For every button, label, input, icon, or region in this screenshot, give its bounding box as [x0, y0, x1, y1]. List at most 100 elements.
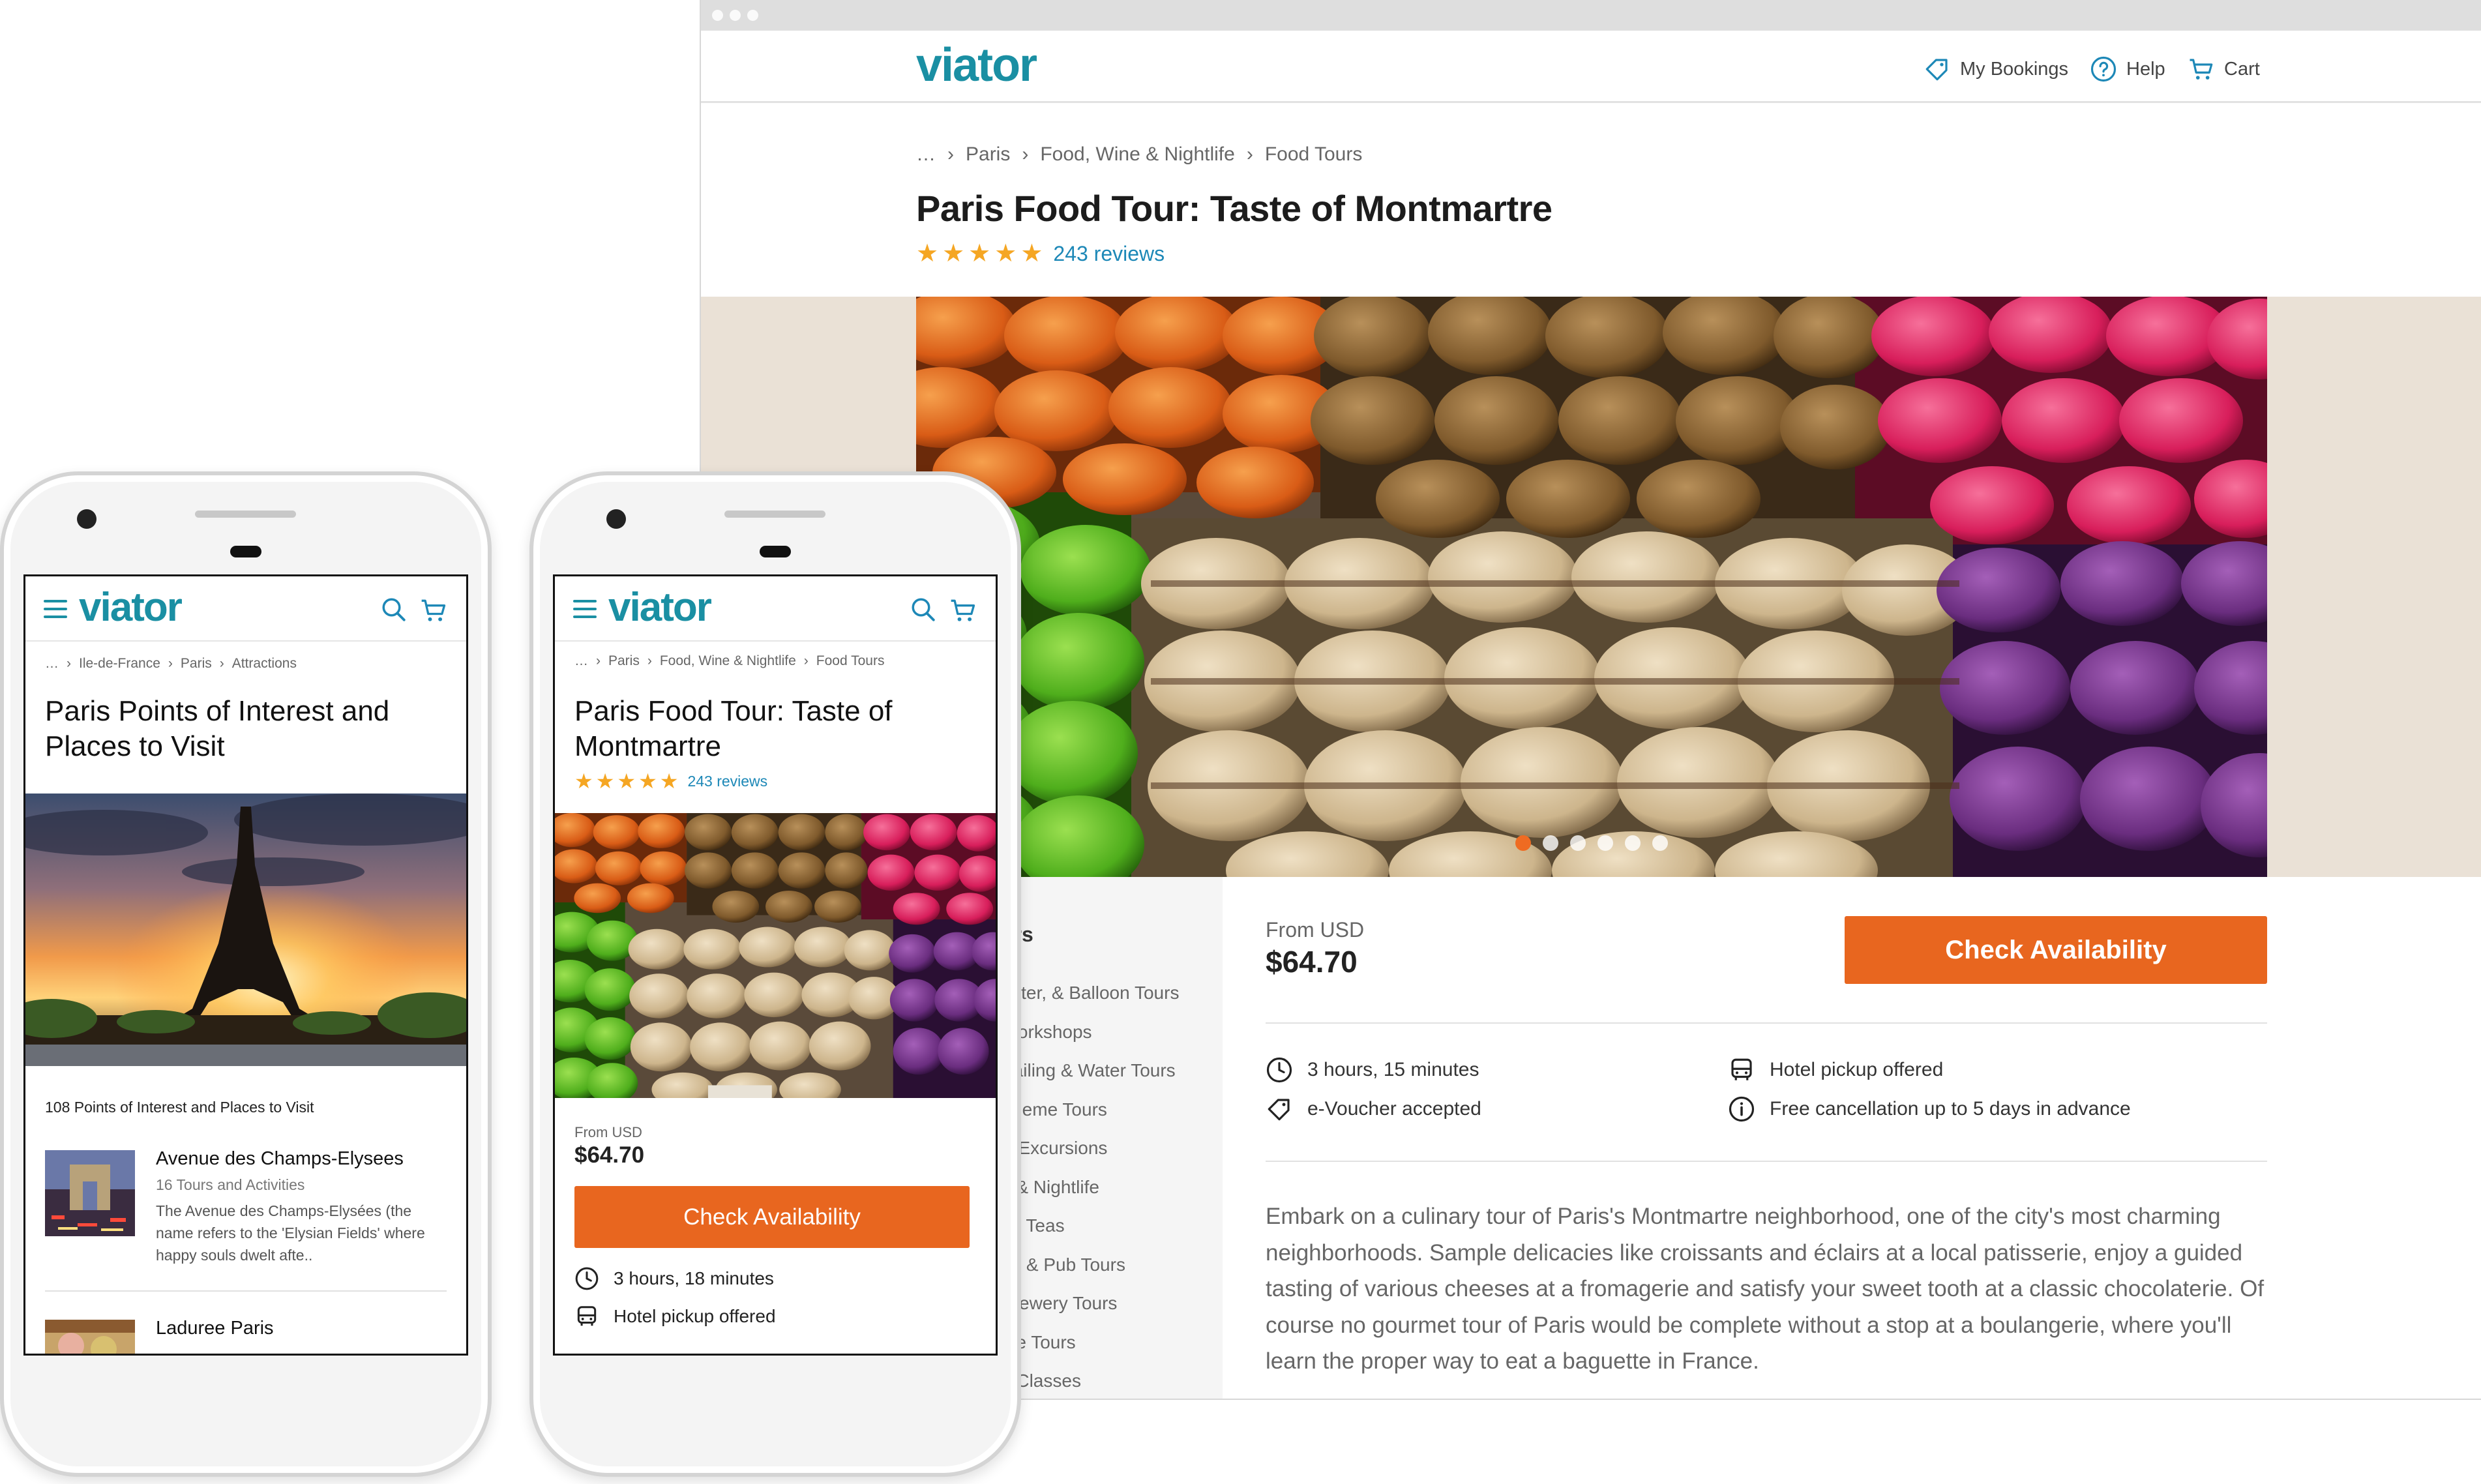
breadcrumb-food-wine-nightlife[interactable]: Food, Wine & Nightlife: [1040, 143, 1234, 166]
site-header: viator My Bookings Help Cart: [701, 31, 2481, 103]
speaker-grille: [195, 511, 296, 518]
carousel-dot[interactable]: [1570, 835, 1586, 851]
my-bookings-link[interactable]: My Bookings: [1924, 55, 2068, 83]
hero-image-macarons[interactable]: [916, 297, 2267, 877]
tag-icon: [1925, 59, 1948, 81]
breadcrumb-ile-de-france[interactable]: Ile-de-France: [79, 656, 160, 672]
breadcrumb-paris[interactable]: Paris: [181, 656, 212, 672]
cart-link[interactable]: Cart: [2188, 55, 2260, 83]
hamburger-menu-icon[interactable]: [573, 600, 597, 623]
breadcrumb-attractions[interactable]: Attractions: [232, 656, 297, 672]
star-icon: ★: [994, 240, 1017, 267]
feature-duration: 3 hours, 15 minutes: [1266, 1056, 1479, 1084]
breadcrumb: … › Paris › Food, Wine & Nightlife › Foo…: [574, 653, 884, 669]
poi-thumbnail-champs-elysees[interactable]: [45, 1150, 135, 1236]
star-icon: ★: [595, 769, 615, 793]
breadcrumb-separator: ›: [168, 656, 173, 671]
help-label: Help: [2126, 58, 2165, 80]
carousel-dot[interactable]: [1543, 835, 1558, 851]
sidebar-item[interactable]: Theme Tours: [1001, 1090, 1179, 1129]
window-close-dot[interactable]: [712, 10, 723, 21]
feature-voucher: e-Voucher accepted: [1266, 1095, 1481, 1123]
cancellation-text: Free cancellation up to 5 days in advanc…: [1770, 1098, 2131, 1120]
feature-duration: 3 hours, 18 minutes: [574, 1266, 774, 1291]
carousel-dot[interactable]: [1597, 835, 1613, 851]
breadcrumb-separator: ›: [803, 653, 809, 668]
breadcrumb-food-tours[interactable]: Food Tours: [816, 653, 885, 669]
rating: ★ ★ ★ ★ ★ 243 reviews: [916, 241, 1165, 266]
macarons-photo: [555, 813, 996, 1098]
breadcrumb-ellipsis[interactable]: …: [45, 656, 59, 672]
pickup-text: Hotel pickup offered: [1770, 1059, 1944, 1080]
feature-cancellation: Free cancellation up to 5 days in advanc…: [1728, 1095, 2131, 1123]
breadcrumb-ellipsis[interactable]: …: [916, 143, 936, 166]
duration-text: 3 hours, 15 minutes: [1307, 1059, 1479, 1080]
sidebar-item[interactable]: on Teas: [1001, 1206, 1179, 1245]
browser-title-bar: [701, 0, 2481, 31]
sidebar-item[interactable]: ub & Pub Tours: [1001, 1245, 1179, 1284]
poi-thumbnail-laduree[interactable]: [45, 1320, 135, 1354]
window-maximize-dot[interactable]: [747, 10, 758, 21]
clock-icon: [575, 1267, 599, 1290]
poi-name[interactable]: Avenue des Champs-Elysees: [156, 1148, 404, 1170]
breadcrumb-paris[interactable]: Paris: [966, 143, 1010, 166]
sidebar-item[interactable]: Brewery Tours: [1001, 1284, 1179, 1323]
poi-description: The Avenue des Champs-Elysées (the name …: [156, 1202, 425, 1264]
breadcrumb-paris[interactable]: Paris: [608, 653, 640, 669]
sidebar-item[interactable]: e & Nightlife: [1001, 1168, 1179, 1207]
bus-icon: [577, 1306, 597, 1326]
viator-logo[interactable]: viator: [916, 38, 1037, 92]
sidebar-item[interactable]: Sailing & Water Tours: [1001, 1051, 1179, 1090]
sidebar-item[interactable]: ate Tours: [1001, 1323, 1179, 1362]
star-icon: ★: [968, 240, 991, 267]
sidebar-item[interactable]: Workshops: [1001, 1013, 1179, 1052]
ticket-icon: [1268, 1099, 1290, 1121]
breadcrumb-food-wine-nightlife[interactable]: Food, Wine & Nightlife: [660, 653, 796, 669]
sidebar-item[interactable]: & Excursions: [1001, 1129, 1179, 1168]
front-camera: [77, 509, 97, 529]
price-from-label: From USD: [1266, 918, 1365, 942]
breadcrumb-ellipsis[interactable]: …: [574, 653, 588, 669]
carousel-dot[interactable]: [1625, 835, 1641, 851]
proximity-sensor: [760, 546, 791, 557]
price-amount: $64.70: [574, 1142, 645, 1168]
star-icon: ★: [659, 769, 679, 793]
hero-image-macarons[interactable]: [555, 813, 996, 1098]
proximity-sensor: [230, 546, 261, 557]
breadcrumb-separator: ›: [596, 653, 601, 668]
viator-logo[interactable]: viator: [608, 584, 712, 631]
clock-icon: [1266, 1057, 1292, 1083]
feature-pickup: Hotel pickup offered: [1728, 1056, 1943, 1084]
carousel-dot[interactable]: [1652, 835, 1668, 851]
info-icon: [1729, 1096, 1755, 1122]
page-title: Paris Food Tour: Taste of Montmartre: [574, 695, 893, 762]
star-icon: ★: [638, 769, 657, 793]
eiffel-tower-image[interactable]: [25, 794, 466, 1066]
sidebar-item[interactable]: g Classes: [1001, 1361, 1179, 1399]
check-availability-button[interactable]: Check Availability: [1845, 916, 2267, 984]
cart-icon[interactable]: [419, 596, 448, 625]
hamburger-menu-icon[interactable]: [44, 600, 67, 623]
laduree-thumbnail: [45, 1320, 135, 1354]
tour-description: Embark on a culinary tour of Paris's Mon…: [1266, 1204, 2265, 1374]
search-icon[interactable]: [910, 596, 937, 623]
price-from-label: From USD: [574, 1124, 642, 1140]
sidebar-item[interactable]: opter, & Balloon Tours: [1001, 973, 1179, 1013]
page-title: Paris Points of Interest and Places to V…: [45, 695, 390, 762]
check-availability-button[interactable]: Check Availability: [574, 1186, 970, 1248]
duration-text: 3 hours, 18 minutes: [614, 1268, 774, 1288]
poi-name[interactable]: Laduree Paris: [156, 1318, 274, 1339]
reviews-link[interactable]: 243 reviews: [687, 773, 767, 790]
poi-subtitle: 16 Tours and Activities: [156, 1176, 305, 1193]
viator-logo[interactable]: viator: [79, 584, 183, 631]
help-link[interactable]: Help: [2090, 55, 2165, 83]
breadcrumb-food-tours[interactable]: Food Tours: [1265, 143, 1363, 166]
search-icon[interactable]: [380, 596, 408, 623]
reviews-link[interactable]: 243 reviews: [1053, 242, 1165, 266]
window-minimize-dot[interactable]: [730, 10, 741, 21]
carousel-dot[interactable]: [1515, 835, 1531, 851]
phone-2-screen: viator … › Paris › Food, Wine & Nightlif…: [553, 574, 998, 1356]
voucher-text: e-Voucher accepted: [1307, 1098, 1481, 1120]
cart-icon[interactable]: [949, 596, 977, 625]
pickup-text: Hotel pickup offered: [614, 1306, 776, 1326]
